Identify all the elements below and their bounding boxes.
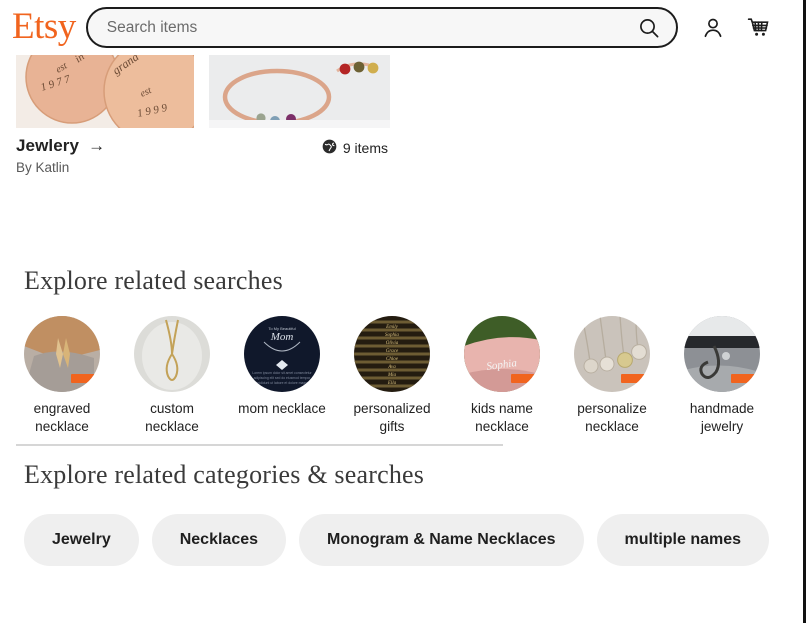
promo-badge [71, 374, 97, 383]
shop-item-count-text: 9 items [342, 140, 388, 156]
promo-badge [511, 374, 537, 383]
search-bar[interactable] [85, 7, 678, 48]
related-search-thumbnail: To My Beautiful Mom Lorem ipsum dolor si… [244, 316, 320, 392]
related-searches-title: Explore related searches [24, 266, 283, 295]
etsy-search-results-page: Etsy Search items 1 9 7 7 est in grand e… [0, 0, 806, 623]
category-pill-jewelry[interactable]: Jewelry [24, 514, 139, 566]
related-search-label: handmade jewelry [689, 401, 755, 434]
svg-text:Sophia: Sophia [385, 333, 399, 338]
related-search-thumbnail: Emily Sophia Olivia Grace Chloe Ava Mia Ella [354, 316, 430, 392]
svg-text:Mom: Mom [270, 331, 294, 343]
arrow-right-icon: → [88, 136, 106, 155]
related-searches-section: Explore related searches engraved neckla… [24, 266, 784, 436]
search-icon[interactable] [636, 15, 662, 41]
shop-thumbnail-birthstone-ring[interactable] [209, 55, 390, 128]
related-search-item[interactable]: handmade jewelry [684, 316, 760, 436]
svg-text:Chloe: Chloe [386, 357, 399, 362]
category-pill-multiple-names[interactable]: multiple names [596, 514, 770, 566]
related-search-thumbnail [24, 316, 100, 392]
related-search-label: personalized gifts [353, 401, 431, 434]
related-search-thumbnail [134, 316, 210, 392]
related-search-item[interactable]: custom necklace [134, 316, 210, 436]
user-account-icon[interactable] [700, 14, 726, 42]
related-categories-section: Explore related categories & searches Je… [24, 460, 794, 566]
category-pill-necklaces[interactable]: Necklaces [151, 514, 287, 566]
related-searches-list: engraved necklace custom necklace To My … [24, 316, 784, 436]
related-search-item[interactable]: engraved necklace [24, 316, 100, 436]
svg-text:Olivia: Olivia [386, 341, 399, 346]
shop-name-text: Jewlery [16, 136, 80, 155]
related-search-item[interactable]: Emily Sophia Olivia Grace Chloe Ava Mia Ella… [353, 316, 431, 436]
related-search-label: mom necklace [238, 401, 326, 416]
related-search-thumbnail: Sophia [464, 316, 540, 392]
svg-text:Mia: Mia [387, 373, 397, 378]
related-search-item[interactable]: personalize necklace [574, 316, 650, 436]
shop-thumbnail-strip: 1 9 7 7 est in grand est 1 9 9 9 [16, 55, 390, 128]
svg-text:Grace: Grace [386, 349, 399, 354]
category-pill-monogram-name-necklaces[interactable]: Monogram & Name Necklaces [299, 514, 584, 566]
related-search-item[interactable]: To My Beautiful Mom Lorem ipsum dolor si… [238, 316, 326, 436]
related-search-item[interactable]: Sophia kids name necklace [464, 316, 540, 436]
shop-card[interactable]: 1 9 7 7 est in grand est 1 9 9 9 Jewlery… [16, 55, 390, 175]
svg-text:incididunt ut labore et dolore: incididunt ut labore et dolore magna [255, 381, 309, 385]
shop-owner-label: By Katlin [16, 160, 70, 175]
shop-item-count: 9 items [322, 139, 388, 157]
shop-identity: Jewlery → By Katlin [16, 136, 105, 175]
svg-text:Ava: Ava [387, 365, 396, 370]
related-search-thumbnail [684, 316, 760, 392]
search-input[interactable] [104, 12, 629, 43]
related-search-label: personalize necklace [577, 401, 647, 434]
header-icon-group [700, 14, 772, 42]
globe-icon [322, 139, 337, 157]
shop-meta: Jewlery → By Katlin 9 items [16, 136, 390, 175]
related-categories-title: Explore related categories & searches [24, 460, 425, 489]
svg-text:Ella: Ella [387, 381, 397, 386]
shop-thumbnail-stamped-discs[interactable]: 1 9 7 7 est in grand est 1 9 9 9 [16, 55, 204, 128]
svg-text:adipiscing elit sed do eiusmod: adipiscing elit sed do eiusmod tempor [254, 376, 312, 380]
section-divider [16, 444, 503, 446]
shop-name-link[interactable]: Jewlery → [16, 136, 105, 156]
shopping-cart-icon[interactable] [746, 14, 772, 42]
promo-badge [731, 374, 757, 383]
related-search-thumbnail [574, 316, 650, 392]
related-categories-pill-list: Jewelry Necklaces Monogram & Name Neckla… [24, 514, 794, 566]
related-search-label: custom necklace [145, 401, 199, 434]
site-header: Etsy [0, 0, 803, 55]
svg-text:Emily: Emily [385, 325, 398, 330]
related-search-label: kids name necklace [471, 401, 533, 434]
svg-text:Lorem ipsum dolor sit amet con: Lorem ipsum dolor sit amet consectetur [252, 371, 312, 375]
promo-badge [621, 374, 647, 383]
related-search-label: engraved necklace [33, 401, 91, 434]
etsy-logo[interactable]: Etsy [12, 8, 76, 48]
